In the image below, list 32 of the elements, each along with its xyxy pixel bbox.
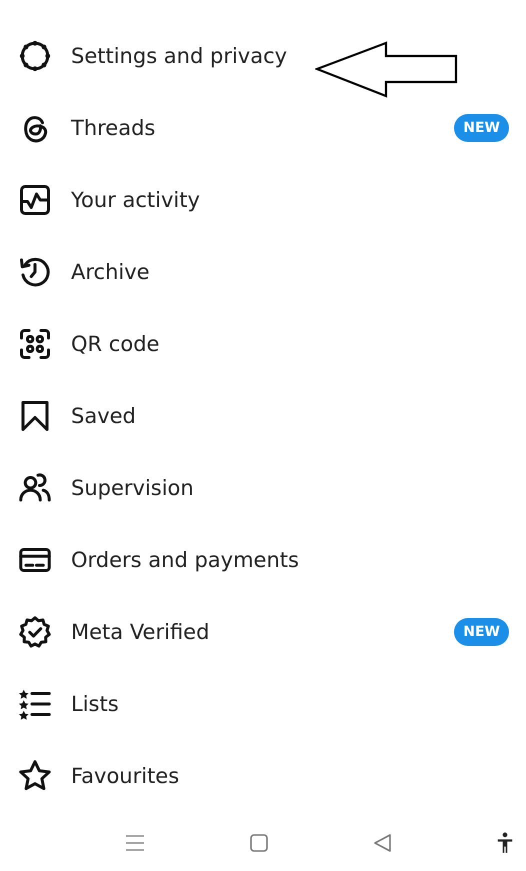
menu-item[interactable]: Favourites — [0, 740, 526, 812]
menu-label: Supervision — [71, 476, 195, 500]
menu-label: Your activity — [71, 188, 201, 212]
menu-item[interactable]: Threads NEW — [0, 92, 526, 164]
verified-badge-icon — [17, 614, 53, 650]
accessibility-icon[interactable] — [496, 832, 514, 854]
menu-item[interactable]: Supervision — [0, 452, 526, 524]
back-icon[interactable] — [372, 833, 392, 853]
menu-item[interactable]: Settings and privacy — [0, 20, 526, 92]
menu-label: Archive — [71, 260, 151, 284]
new-badge: NEW — [454, 618, 509, 646]
menu-label: Threads — [71, 116, 156, 140]
settings-icon — [17, 38, 53, 74]
menu-label: Orders and payments — [71, 548, 300, 572]
menu-item[interactable]: Saved — [0, 380, 526, 452]
menu-item[interactable]: QR code — [0, 308, 526, 380]
menu-label: Saved — [71, 404, 137, 428]
menu-label: Favourites — [71, 764, 180, 788]
home-icon[interactable] — [248, 833, 269, 853]
menu-label: QR code — [71, 332, 160, 356]
menu-label: Settings and privacy — [71, 44, 288, 68]
menu-label: Meta Verified — [71, 620, 210, 644]
menu-item[interactable]: Lists — [0, 668, 526, 740]
activity-icon — [17, 182, 53, 218]
menu-item[interactable]: Orders and payments — [0, 524, 526, 596]
menu-icon[interactable] — [125, 834, 145, 852]
menu-item[interactable]: Meta Verified NEW — [0, 596, 526, 668]
menu-label: Lists — [71, 692, 120, 716]
new-badge: NEW — [454, 114, 509, 142]
menu-item[interactable]: Archive — [0, 236, 526, 308]
menu-item[interactable]: Your activity — [0, 164, 526, 236]
qr-code-icon — [17, 326, 53, 362]
